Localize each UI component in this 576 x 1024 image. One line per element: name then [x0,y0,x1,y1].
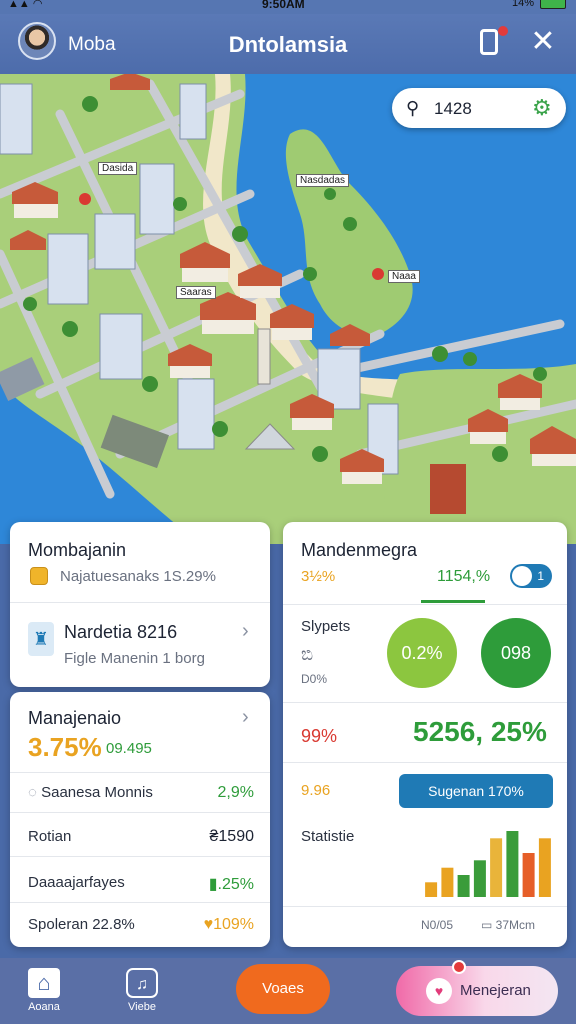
bar-chart [425,831,551,897]
orange-value: 9.96 [301,782,331,799]
secondary-value: 09.495 [106,740,152,757]
overview-card[interactable]: Mombajanin Najatuesanaks 1S.29% ♜ Nardet… [10,522,270,687]
chart-bar [425,882,438,897]
chart-bar [506,831,519,897]
card-summary: Najatuesanaks 1S.29% [60,568,216,585]
ratio-left: 3½% [301,568,336,585]
row-label: Spoleran 22.8% [28,916,135,933]
divider [10,772,270,773]
row-value: ₴1590 [209,828,255,845]
battery-icon [540,0,566,9]
refresh-icon: ◌ [28,784,42,801]
phone-icon[interactable] [474,26,508,58]
row-label: Rotian [28,828,72,845]
status-time: 9:50AM [262,0,305,11]
chart-bar [473,860,486,897]
toggle-label: 1 [537,569,544,583]
divider [283,604,567,605]
divider [283,762,567,763]
search-value: 1428 [434,99,472,118]
big-value: 5256, 25% [413,716,547,747]
nav-chart-label: Viebe [128,1001,156,1013]
suggestion-button[interactable]: Sugenan 170% [399,774,553,808]
notification-dot [498,26,508,36]
row-value: ▮.25% [208,876,254,893]
item-title: Nardetia 8216 [64,622,178,642]
chart-footer-left: N0/05 [421,918,454,932]
chart-bar [457,875,470,897]
chart-bar [522,853,535,897]
circle-metric-right[interactable]: 098 [481,618,551,688]
card-title: Manajenaio [28,708,122,728]
chart-footer-right: ▭ 37Mcm [481,918,535,932]
nav-chart[interactable]: ♫ Viebe [122,968,162,1013]
circle-metric-left[interactable]: 0.2% [387,618,457,688]
toggle-switch[interactable]: 1 [510,564,552,588]
wallet-icon [30,567,48,585]
map-label[interactable]: Naaa [388,270,420,283]
map-label[interactable]: Nasdadas [296,174,350,187]
row-label: ◌ Saanesa Monnis [28,784,153,801]
battery-percent: 14% [511,0,534,9]
close-icon[interactable]: ✕ [528,27,558,58]
calendar-icon: ▭ [481,918,496,932]
stats-title: Statistie [301,828,355,845]
tower-icon: ♜ [28,622,54,656]
card-title: Mandenmegra [301,540,418,560]
management-card[interactable]: Manajenaio › 3.75% 09.495 ◌ Saanesa Monn… [10,692,270,947]
stats-card[interactable]: Mandenmegra 3½% 1154,% 1 Slypets ಬಿ D0% … [283,522,567,947]
map-illustration [0,74,576,544]
divider [10,602,270,603]
ratio-right: 1154,% [437,568,491,585]
chart-footer-right-text: 37Mcm [495,918,536,932]
red-value: 99% [301,726,338,746]
map-label[interactable]: Dasida [98,162,138,175]
status-bar: ▲▲ ◠ 9:50AM 14% [0,0,576,14]
row-label: Daaaajarfayes [28,874,125,891]
section-subtitle: Slypets [301,618,351,635]
note-text: D0% [301,672,328,686]
card-title: Mombajanin [28,540,127,560]
chevron-right-icon[interactable]: › [242,706,249,729]
chart-bar [538,838,551,897]
chevron-right-icon[interactable]: › [242,620,249,643]
heart-icon: ♥ [426,978,452,1004]
row-value: 2,9% [217,784,254,801]
leaf-icon: ಬಿ [301,644,314,664]
chart-icon: ♫ [126,968,158,998]
progress-underline [421,600,485,603]
manager-button[interactable]: ♥ Menejeran [396,960,558,1016]
item-subtitle: Figle Manenin 1 borg [64,650,205,667]
signal-icon: ▲▲ ◠ [8,0,43,10]
big-value: 3.75% [28,732,102,762]
chart-bar [441,867,454,897]
nav-home[interactable]: ⌂ Aoana [24,968,64,1013]
city-map[interactable]: Dasida Nasdadas Saaras Naaa [0,74,576,544]
home-icon: ⌂ [28,968,60,998]
row-value: ♥109% [203,916,254,933]
gear-icon[interactable]: ⚙ [532,95,552,121]
divider [283,906,567,907]
divider [10,902,270,903]
person-icon: ⚲ [406,98,420,118]
divider [10,856,270,857]
orange-action-button[interactable]: Voaes [236,964,330,1014]
app-header: Moba Dntolamsia ✕ [0,14,576,74]
row-label-text: Saanesa Monnis [41,784,153,801]
map-label[interactable]: Saaras [176,286,216,299]
map-search-bar[interactable]: ⚲ 1428 ⚙ [392,88,566,128]
nav-home-label: Aoana [28,1001,60,1013]
divider [283,702,567,703]
chart-bar [490,838,503,897]
divider [10,812,270,813]
manager-button-label: Menejeran [460,982,531,999]
